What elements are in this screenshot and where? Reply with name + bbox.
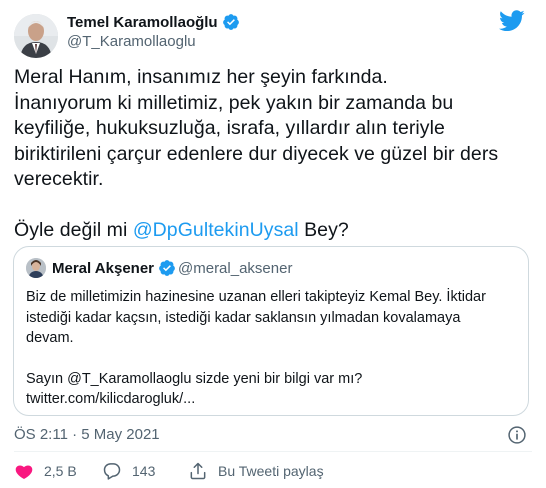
quoted-link[interactable]: twitter.com/kilicdarogluk/... bbox=[26, 389, 522, 410]
tweet-line: Meral Hanım, insanımız her şeyin farkınd… bbox=[14, 66, 388, 88]
quoted-author-name-text[interactable]: Meral Akşener bbox=[52, 260, 154, 277]
tweet-text-suffix: Bey? bbox=[298, 218, 349, 241]
tweet-line: biriktirileni çarçur edenlere dur diyece… bbox=[14, 142, 499, 165]
quoted-tweet-text: Biz de milletimizin hazinesine uzanan el… bbox=[26, 287, 522, 410]
quoted-line: Biz de milletimizin hazinesine uzanan el… bbox=[26, 289, 486, 305]
verified-badge-icon bbox=[159, 260, 175, 276]
quoted-author-avatar[interactable] bbox=[26, 258, 46, 278]
quoted-author-handle[interactable]: @meral_aksener bbox=[178, 260, 292, 277]
tweet-line-with-mention: Öyle değil mi @DpGultekinUysal Bey? bbox=[14, 218, 534, 244]
twitter-bird-icon[interactable] bbox=[499, 10, 525, 32]
tweet-line: keyfiliğe, hukuksuzluğa, israfa, yıllard… bbox=[14, 117, 445, 139]
share-label: Bu Tweeti paylaş bbox=[218, 463, 324, 479]
author-name[interactable]: Temel Karamollaoğlu bbox=[67, 13, 240, 31]
share-icon bbox=[190, 462, 206, 480]
author-name-text[interactable]: Temel Karamollaoğlu bbox=[67, 14, 218, 31]
reply-count: 143 bbox=[132, 463, 156, 479]
quoted-line: devam. bbox=[26, 330, 74, 346]
quoted-avatar-image bbox=[26, 258, 46, 278]
share-button[interactable]: Bu Tweeti paylaş bbox=[188, 460, 324, 482]
quoted-line: Sayın @T_Karamollaoglu sizde yeni bir bi… bbox=[26, 370, 363, 387]
quoted-tweet-card[interactable]: Meral Akşener @meral_aksener Biz de mill… bbox=[13, 246, 529, 416]
author-handle[interactable]: @T_Karamollaoglu bbox=[67, 33, 196, 50]
tweet-timestamp[interactable]: ÖS 2:11 · 5 May 2021 bbox=[14, 426, 160, 443]
quoted-line: istediği kadar kaçsın, istediği kadar sa… bbox=[26, 309, 461, 326]
author-avatar[interactable] bbox=[14, 14, 58, 58]
heart-icon bbox=[15, 465, 33, 479]
tweet-text-prefix: Öyle değil mi bbox=[14, 218, 133, 241]
divider bbox=[14, 451, 532, 452]
tweet-text: Meral Hanım, insanımız her şeyin farkınd… bbox=[14, 65, 534, 243]
like-count: 2,5 B bbox=[44, 463, 77, 479]
mention-link[interactable]: @DpGultekinUysal bbox=[133, 219, 299, 241]
reply-bubble-icon bbox=[103, 463, 121, 480]
tweet-line: verecektir. bbox=[14, 168, 104, 190]
verified-badge-icon bbox=[222, 14, 239, 30]
info-icon[interactable] bbox=[507, 425, 527, 445]
tweet-line: İnanıyorum ki milletimiz, pek yakın bir … bbox=[14, 91, 454, 114]
reply-button[interactable]: 143 bbox=[102, 460, 155, 482]
quoted-author-name[interactable]: Meral Akşener bbox=[52, 259, 176, 277]
like-button[interactable]: 2,5 B bbox=[14, 460, 77, 482]
author-avatar-image bbox=[14, 14, 58, 58]
